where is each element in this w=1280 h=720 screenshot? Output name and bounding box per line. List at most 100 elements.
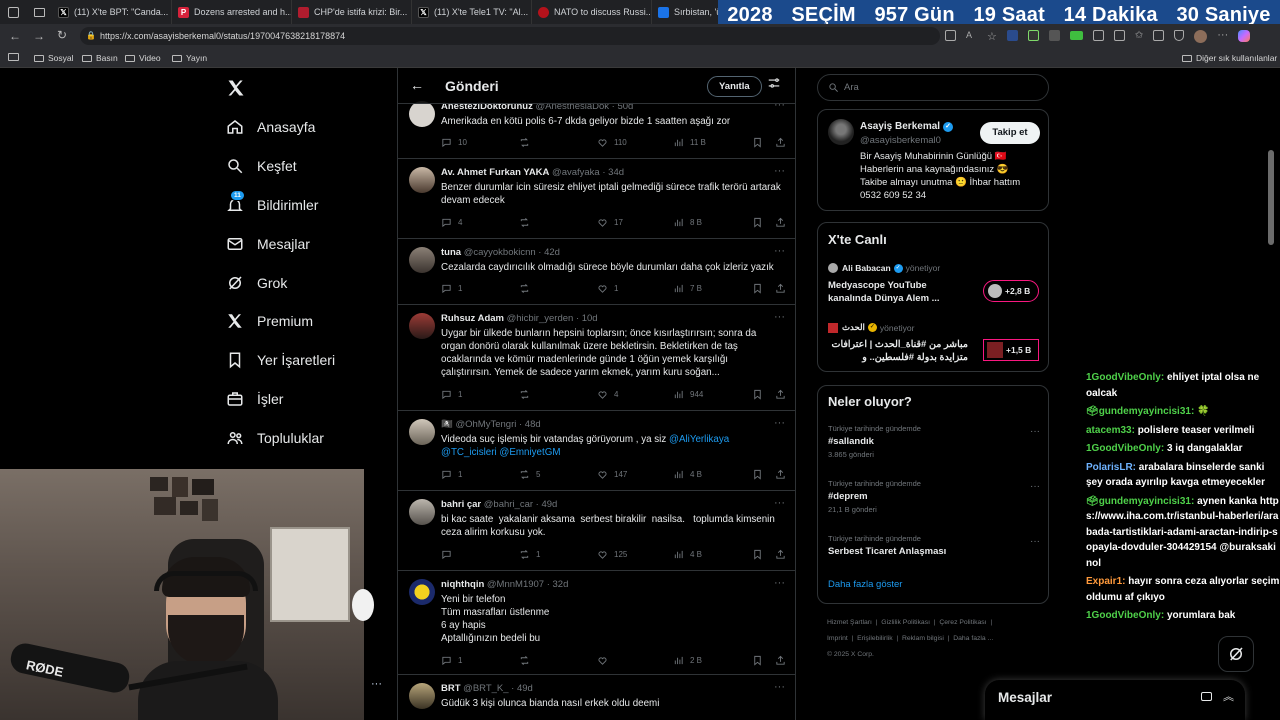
- share-action[interactable]: [775, 217, 792, 228]
- footer-link[interactable]: Gizlilik Politikası: [881, 619, 930, 626]
- retweet-action[interactable]: [519, 283, 536, 294]
- bookmark-folder[interactable]: Video: [125, 53, 161, 63]
- author-handle[interactable]: @bahri_car · 49d: [484, 499, 558, 510]
- avatar[interactable]: [828, 119, 854, 145]
- views-action[interactable]: 8 B: [673, 217, 702, 228]
- like-action[interactable]: 125: [597, 549, 627, 560]
- x-logo-icon[interactable]: [226, 78, 246, 98]
- views-action[interactable]: 944: [673, 389, 703, 400]
- favorite-star-icon[interactable]: ☆: [987, 30, 997, 43]
- avatar[interactable]: [409, 313, 435, 339]
- bookmark-action[interactable]: [752, 655, 769, 666]
- views-action[interactable]: 4 B: [673, 549, 702, 560]
- profile-icon[interactable]: [7, 6, 19, 18]
- back-icon[interactable]: ←: [9, 29, 21, 43]
- extension-icon[interactable]: [1092, 30, 1104, 41]
- grok-floating-button[interactable]: [1218, 636, 1254, 672]
- browser-tab[interactable]: PDozens arrested and h...✕: [172, 0, 292, 24]
- author-handle[interactable]: @OhMyTengri · 48d: [455, 419, 540, 430]
- share-action[interactable]: [775, 549, 792, 560]
- favorites-icon[interactable]: ✩: [1135, 30, 1143, 43]
- more-options-icon[interactable]: ···: [774, 417, 785, 429]
- avatar[interactable]: [409, 683, 435, 709]
- live-host[interactable]: Ali Babacan ✓ yönetiyor: [828, 263, 940, 273]
- retweet-action[interactable]: [519, 137, 536, 148]
- live-space-title[interactable]: Medyascope YouTube kanalında Dünya Alem …: [828, 279, 940, 305]
- author-handle[interactable]: @avafyaka · 34d: [552, 167, 624, 178]
- share-action[interactable]: [775, 137, 792, 148]
- search-input[interactable]: Ara: [817, 74, 1049, 101]
- reply-action[interactable]: 1: [441, 469, 462, 480]
- views-action[interactable]: 11 B: [673, 137, 706, 148]
- avatar[interactable]: [409, 101, 435, 127]
- bookmark-folder[interactable]: Sosyal: [34, 53, 74, 63]
- reply-action[interactable]: 1: [441, 655, 462, 666]
- more-options-icon[interactable]: ···: [774, 577, 785, 589]
- avatar[interactable]: [409, 499, 435, 525]
- browser-tab[interactable]: CHP'de istifa krizi: Bir...✕: [292, 0, 412, 24]
- nav-item-bookmarks[interactable]: Yer İşaretleri: [226, 345, 335, 375]
- bookmark-folder[interactable]: Basın: [82, 53, 118, 63]
- avatar[interactable]: [409, 167, 435, 193]
- bookmark-folder[interactable]: Diğer sık kullanılanlar: [1182, 53, 1277, 63]
- like-action[interactable]: 147: [597, 469, 627, 480]
- author-name[interactable]: BRT: [441, 683, 461, 694]
- retweet-action[interactable]: [519, 217, 536, 228]
- extension-icon[interactable]: [1027, 30, 1039, 41]
- bookmark-action[interactable]: [752, 283, 769, 294]
- reply-tweet[interactable]: Av. Ahmet Furkan YAKA @avafyaka · 34d ··…: [398, 159, 795, 239]
- footer-link[interactable]: Daha fazla ...: [953, 635, 993, 642]
- like-action[interactable]: 4: [597, 389, 618, 400]
- more-options-icon[interactable]: ···: [774, 681, 785, 693]
- reply-tweet[interactable]: 🏴‍☠️ @OhMyTengri · 48d ··· Videoda suç i…: [398, 411, 795, 491]
- copilot-icon[interactable]: [1238, 30, 1251, 42]
- more-options-icon[interactable]: ···: [774, 497, 785, 509]
- retweet-action[interactable]: 1: [519, 549, 540, 560]
- footer-link[interactable]: Erişilebilirlik: [857, 635, 893, 642]
- extension-icon[interactable]: [1006, 30, 1018, 41]
- share-action[interactable]: [775, 469, 792, 480]
- footer-link[interactable]: Imprint: [827, 635, 848, 642]
- reply-action[interactable]: 4: [441, 217, 462, 228]
- footer-link[interactable]: Hizmet Şartları: [827, 619, 872, 626]
- author-name[interactable]: Av. Ahmet Furkan YAKA: [441, 167, 549, 178]
- like-action[interactable]: 17: [597, 217, 623, 228]
- more-options-icon[interactable]: ···: [1030, 536, 1040, 547]
- collections-icon[interactable]: [1153, 30, 1165, 41]
- bookmark-action[interactable]: [752, 549, 769, 560]
- trend-item[interactable]: Türkiye tarihinde gündemde #deprem 21,1 …: [828, 479, 1040, 514]
- footer-link[interactable]: Reklam bilgisi: [902, 635, 944, 642]
- listeners-pill[interactable]: +2,8 B: [983, 280, 1039, 302]
- views-action[interactable]: 2 B: [673, 655, 702, 666]
- bookmark-action[interactable]: [752, 137, 769, 148]
- browser-tab[interactable]: Sırbistan, 'ü...: [652, 0, 722, 24]
- author-handle[interactable]: @BRT_K_ · 49d: [463, 683, 533, 694]
- views-action[interactable]: 7 B: [673, 283, 702, 294]
- reply-tweet[interactable]: Ruhsuz Adam @hicbir_yerden · 10d ··· Uyg…: [398, 305, 795, 411]
- sliders-icon[interactable]: [767, 76, 781, 90]
- avatar[interactable]: [409, 419, 435, 445]
- follow-button[interactable]: Takip et: [980, 122, 1040, 144]
- views-action[interactable]: 4 B: [673, 469, 702, 480]
- reply-action[interactable]: [441, 549, 458, 560]
- bookmark-folder[interactable]: Yayın: [172, 53, 207, 63]
- avatar[interactable]: [409, 247, 435, 273]
- nav-item-explore[interactable]: Keşfet: [226, 151, 297, 181]
- read-aloud-icon[interactable]: A: [966, 30, 977, 41]
- browser-tab[interactable]: NATO to discuss Russi...✕: [532, 0, 652, 24]
- expand-chevron-icon[interactable]: ︽: [1223, 688, 1234, 704]
- reply-tweet[interactable]: bahri çar @bahri_car · 49d ··· bi kac sa…: [398, 491, 795, 571]
- more-menu-icon[interactable]: ···: [1217, 30, 1228, 43]
- bookmark-action[interactable]: [752, 217, 769, 228]
- browser-tab[interactable]: 𝕏(11) X'te BPT: "Canda...✕: [52, 0, 172, 24]
- shield-icon[interactable]: [1174, 30, 1185, 41]
- split-screen-icon[interactable]: [1113, 30, 1125, 41]
- page-scrollbar[interactable]: [1268, 150, 1274, 245]
- more-options-icon[interactable]: ···: [371, 678, 382, 690]
- author-handle[interactable]: @cayyokbokicnn · 42d: [464, 247, 560, 258]
- reply-action[interactable]: 1: [441, 283, 462, 294]
- like-action[interactable]: [597, 655, 614, 666]
- url-field[interactable]: 🔒 https://x.com/asayisberkemal0/status/1…: [80, 27, 940, 45]
- nav-item-communities[interactable]: Topluluklar: [226, 423, 324, 453]
- refresh-icon[interactable]: ↻: [57, 28, 67, 42]
